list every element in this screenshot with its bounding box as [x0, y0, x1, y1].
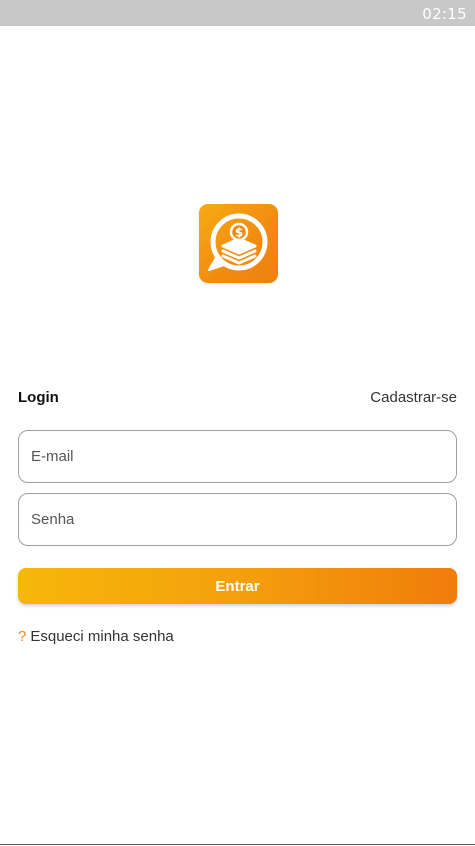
- money-chat-icon: $: [208, 213, 268, 271]
- status-bar: 02:15: [0, 0, 475, 26]
- tab-login[interactable]: Login: [18, 389, 59, 406]
- auth-tabs: Login Cadastrar-se: [18, 389, 457, 411]
- enter-button[interactable]: Entrar: [18, 568, 457, 604]
- login-screen: 02:15 $ Login Cadastrar-se Entrar ?Esque…: [0, 0, 475, 846]
- email-field[interactable]: [19, 431, 456, 482]
- password-field-container: [18, 493, 457, 546]
- tab-signup[interactable]: Cadastrar-se: [370, 389, 457, 406]
- app-logo: $: [199, 204, 278, 283]
- svg-text:$: $: [235, 226, 243, 240]
- status-time: 02:15: [422, 5, 467, 23]
- bottom-divider: [0, 844, 475, 845]
- email-field-container: [18, 430, 457, 483]
- forgot-password-link[interactable]: ? Esqueci minha senha: [18, 628, 174, 645]
- password-field[interactable]: [19, 494, 456, 545]
- forgot-password-label: Esqueci minha senha: [30, 628, 174, 645]
- question-icon: ?: [18, 628, 27, 645]
